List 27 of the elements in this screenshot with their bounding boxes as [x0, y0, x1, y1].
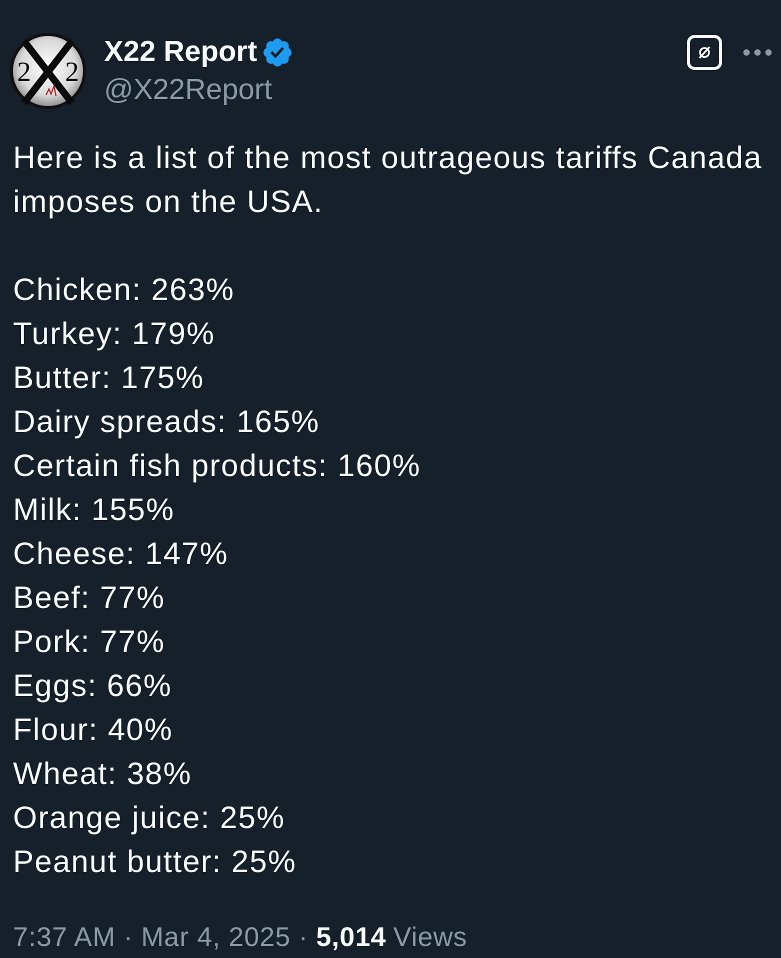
avatar-logo[interactable]: 2 2 [10, 33, 86, 109]
view-count: 5,014 [316, 921, 386, 954]
tariff-line: Peanut butter: 25% [13, 843, 296, 881]
dot-separator: · [298, 921, 308, 954]
tariff-line: Turkey: 179% [13, 315, 216, 353]
tariff-line: Cheese: 147% [13, 535, 228, 573]
ellipsis-icon[interactable] [743, 49, 772, 56]
post-meta-text: Views [393, 921, 468, 954]
dot-separator: · [124, 921, 134, 954]
tariff-line: Flour: 40% [13, 711, 173, 749]
post-meta-text: Mar 4, 2025 [141, 921, 291, 954]
post-text: Here is a list of the most outrageous tariffs Canada imposes on the USA. [13, 139, 764, 221]
tariff-line: Certain fish products: 160% [13, 447, 421, 485]
post-meta-text: 7:37 AM [13, 921, 116, 954]
tariff-line: Pork: 77% [13, 623, 166, 661]
avatar-digit: 2 [65, 57, 79, 88]
tariff-line: Milk: 155% [13, 491, 175, 529]
tariff-line: Chicken: 263% [13, 271, 235, 309]
tariff-line: Eggs: 66% [13, 667, 172, 705]
tariff-line: Orange juice: 25% [13, 799, 286, 837]
tariff-line: Wheat: 38% [13, 755, 192, 793]
tariff-line: Dairy spreads: 165% [13, 403, 320, 441]
tariff-line: Butter: 175% [13, 359, 204, 397]
tariff-line: Beef: 77% [13, 579, 166, 617]
avatar-digit: 2 [17, 57, 31, 88]
author-name[interactable]: X22 Report [104, 33, 258, 71]
author-handle[interactable]: @X22Report [104, 71, 292, 109]
